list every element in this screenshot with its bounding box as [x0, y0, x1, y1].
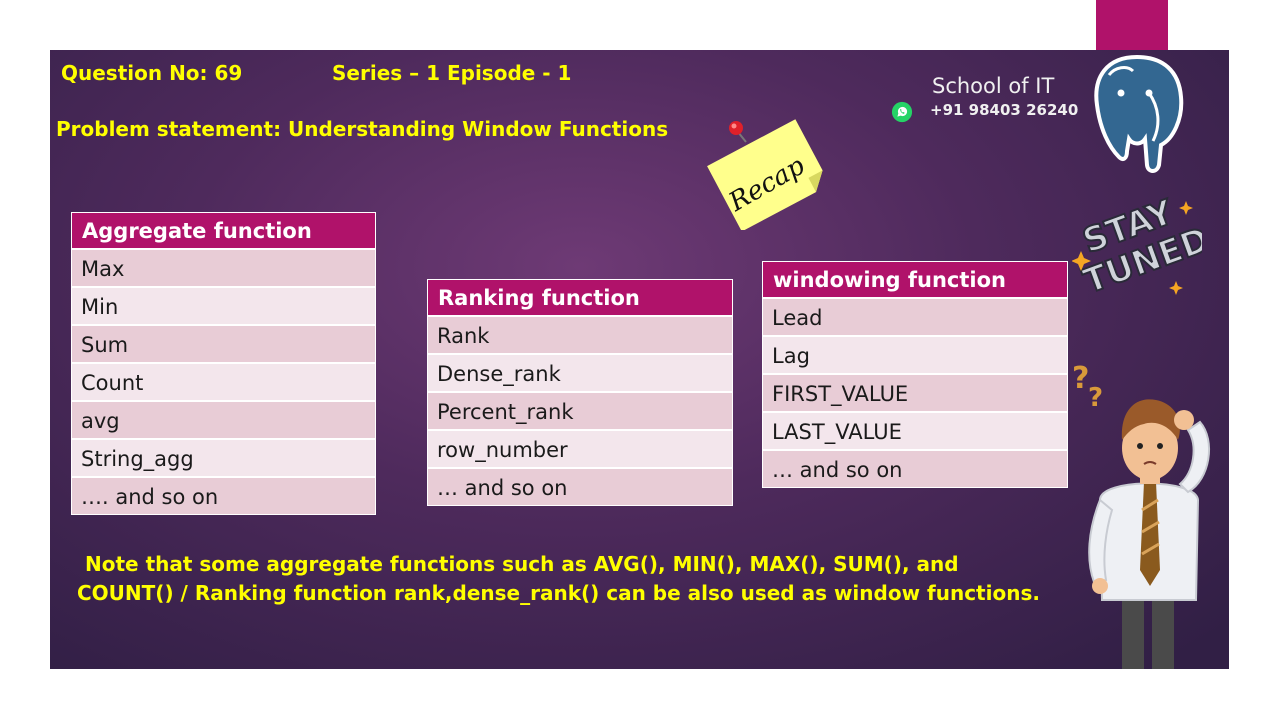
table-row: … and so on [762, 450, 1068, 488]
note-text: Note that some aggregate functions such … [77, 550, 1107, 608]
table-row: String_agg [71, 439, 376, 477]
postgresql-elephant-icon [1094, 54, 1184, 173]
table-row: Max [71, 249, 376, 287]
table-row: Min [71, 287, 376, 325]
table-row: Dense_rank [427, 354, 733, 392]
question-marks-icon: ? ? [1072, 361, 1103, 413]
whatsapp-icon [891, 101, 913, 123]
series-episode: Series – 1 Episode - 1 [332, 61, 572, 85]
windowing-function-table: windowing function Lead Lag FIRST_VALUE … [762, 261, 1068, 488]
table-row: Sum [71, 325, 376, 363]
aggregate-function-table: Aggregate function Max Min Sum Count avg… [71, 212, 376, 515]
accent-bar [1096, 0, 1168, 56]
table-row: … and so on [427, 468, 733, 506]
table-row: FIRST_VALUE [762, 374, 1068, 412]
note-line-1: Note that some aggregate functions such … [85, 552, 959, 576]
phone-number: +91 98403 26240 [930, 101, 1079, 119]
stay-tuned-badge: STAY TUNED [1072, 191, 1202, 298]
aggregate-table-header: Aggregate function [71, 212, 376, 249]
recap-sticky-note: Recap [707, 119, 823, 230]
question-number: Question No: 69 [61, 61, 243, 85]
ranking-function-table: Ranking function Rank Dense_rank Percent… [427, 279, 733, 506]
table-row: Lead [762, 298, 1068, 336]
slide: Question No: 69 Series – 1 Episode - 1 P… [50, 50, 1229, 669]
svg-text:?: ? [1088, 383, 1103, 413]
confused-person-illustration: ? ? [1072, 361, 1211, 669]
problem-statement: Problem statement: Understanding Window … [56, 117, 669, 141]
table-row: avg [71, 401, 376, 439]
table-row: Count [71, 363, 376, 401]
table-row: …. and so on [71, 477, 376, 515]
svg-text:?: ? [1072, 361, 1089, 396]
table-row: Lag [762, 336, 1068, 374]
pushpin-icon [729, 121, 747, 143]
table-row: Rank [427, 316, 733, 354]
note-line-2: COUNT() / Ranking function rank,dense_ra… [77, 581, 1040, 605]
windowing-table-header: windowing function [762, 261, 1068, 298]
ranking-table-header: Ranking function [427, 279, 733, 316]
table-row: LAST_VALUE [762, 412, 1068, 450]
brand-name: School of IT [932, 74, 1055, 98]
table-row: Percent_rank [427, 392, 733, 430]
table-row: row_number [427, 430, 733, 468]
